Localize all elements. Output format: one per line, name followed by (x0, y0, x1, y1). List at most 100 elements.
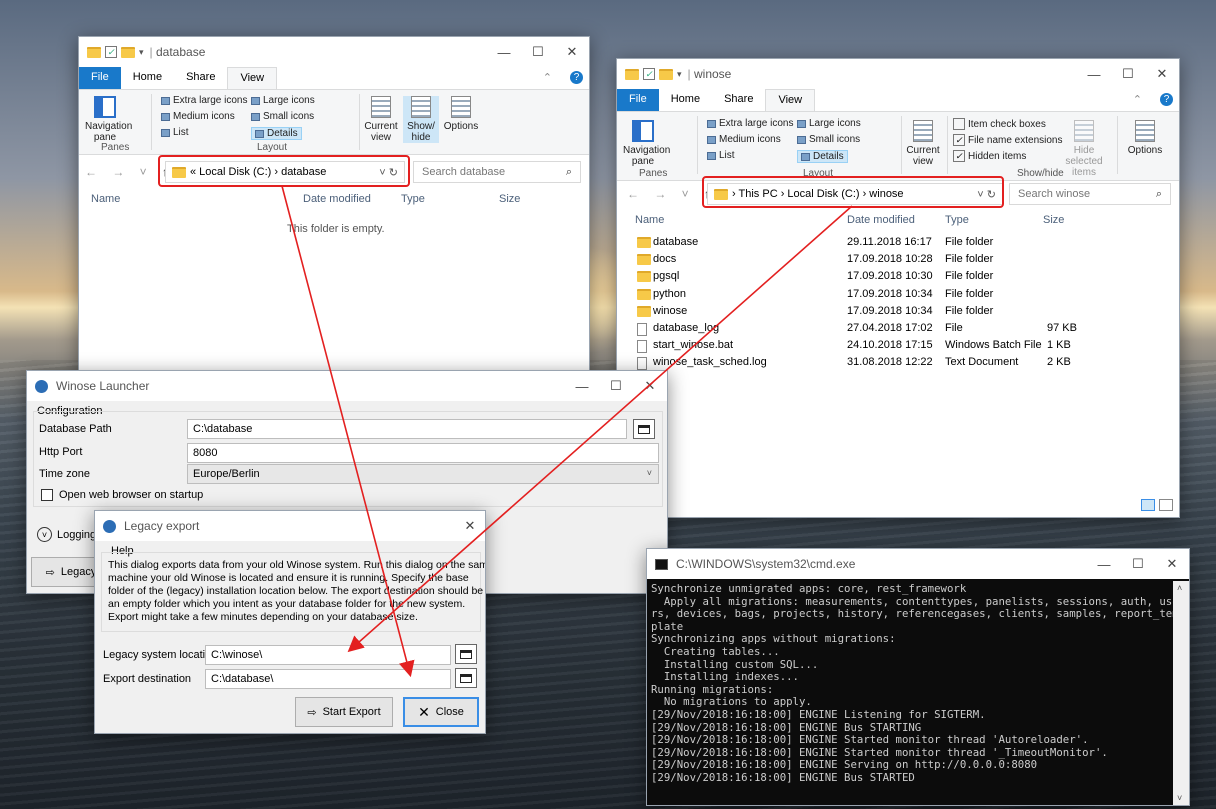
close-dialog-button[interactable]: ✕ Close (403, 697, 479, 727)
layout-details[interactable]: Details (251, 127, 302, 140)
layout-large[interactable]: Large icons (797, 118, 861, 129)
close-button[interactable]: ✕ (455, 511, 485, 541)
navigation-pane-button[interactable]: Navigation pane (85, 96, 132, 143)
current-view-button[interactable]: Current view (905, 120, 941, 167)
export-destination-input[interactable]: C:\database\ (205, 669, 451, 689)
new-folder-icon[interactable] (659, 68, 673, 80)
http-port-input[interactable]: 8080 (187, 443, 659, 463)
maximize-button[interactable]: ☐ (599, 371, 633, 401)
current-view-button[interactable]: Current view (363, 96, 399, 143)
column-name[interactable]: Name (91, 193, 120, 205)
help-icon[interactable]: ? (570, 71, 583, 84)
tab-file[interactable]: File (79, 67, 121, 89)
check-hidden-items[interactable]: ✓ Hidden items (953, 150, 1026, 162)
file-row[interactable]: python 17.09.2018 10:34 File folder (617, 286, 1177, 303)
close-button[interactable]: ✕ (633, 371, 667, 401)
close-button[interactable]: ✕ (555, 37, 589, 67)
browse-destination-button[interactable] (455, 668, 477, 688)
group-label-layout: Layout (257, 142, 288, 153)
tab-share[interactable]: Share (174, 67, 227, 89)
file-row[interactable]: docs 17.09.2018 10:28 File folder (617, 251, 1177, 268)
maximize-button[interactable]: ☐ (521, 37, 555, 67)
layout-list[interactable]: List (707, 150, 735, 161)
scroll-down-icon[interactable]: ˅ (1177, 793, 1182, 803)
legacy-location-input[interactable]: C:\winose\ (205, 645, 451, 665)
database-path-input[interactable]: C:\database (187, 419, 627, 439)
help-icon[interactable]: ? (1160, 93, 1173, 106)
navigation-pane-button[interactable]: Navigation pane (623, 120, 670, 167)
file-row[interactable]: winose 17.09.2018 10:34 File folder (617, 303, 1177, 320)
minimize-button[interactable]: — (1077, 59, 1111, 89)
browse-location-button[interactable] (455, 644, 477, 664)
hide-selected-icon (1074, 120, 1094, 142)
browse-database-button[interactable] (633, 419, 655, 439)
file-row[interactable]: pgsql 17.09.2018 10:30 File folder (617, 268, 1177, 285)
options-button[interactable]: Options (443, 96, 479, 132)
tab-home[interactable]: Home (121, 67, 174, 89)
properties-icon[interactable]: ✓ (643, 68, 655, 80)
search-input[interactable]: Search winose ⌕ (1009, 183, 1171, 205)
tab-home[interactable]: Home (659, 89, 712, 111)
check-item-boxes[interactable]: Item check boxes (953, 118, 1046, 130)
logging-label[interactable]: Logging (57, 529, 96, 541)
layout-medium[interactable]: Medium icons (707, 134, 781, 145)
layout-extra-large[interactable]: Extra large icons (161, 95, 247, 106)
file-name: winose (653, 304, 688, 317)
large-icons-view-icon[interactable] (1159, 499, 1173, 511)
layout-list[interactable]: List (161, 127, 189, 138)
column-size[interactable]: Size (499, 193, 520, 205)
layout-large[interactable]: Large icons (251, 95, 315, 106)
ribbon-collapse-icon[interactable]: ⌃ (531, 67, 564, 89)
layout-small[interactable]: Small icons (797, 134, 860, 145)
logging-expand-icon[interactable]: ˅ (37, 527, 52, 542)
tab-file[interactable]: File (617, 89, 659, 111)
maximize-button[interactable]: ☐ (1121, 549, 1155, 579)
show-hide-button[interactable]: Show/ hide (403, 96, 439, 143)
open-browser-label: Open web browser on startup (59, 489, 204, 501)
file-row[interactable]: database 29.11.2018 16:17 File folder (617, 234, 1177, 251)
layout-small[interactable]: Small icons (251, 111, 314, 122)
file-row[interactable]: winose_task_sched.log 31.08.2018 12:22 Tex… (617, 354, 1177, 371)
chevron-down-icon[interactable]: ▾ (677, 69, 682, 80)
minimize-button[interactable]: — (565, 371, 599, 401)
hide-selected-button[interactable]: Hide selected items (1057, 120, 1111, 178)
timezone-select[interactable]: Europe/Berlin ˅ (187, 464, 659, 484)
layout-medium[interactable]: Medium icons (161, 111, 235, 122)
scroll-up-icon[interactable]: ˄ (1177, 583, 1182, 593)
quick-access-toolbar[interactable]: ✓ ▾ (625, 68, 682, 80)
chevron-down-icon[interactable]: ▾ (139, 47, 144, 58)
maximize-button[interactable]: ☐ (1111, 59, 1145, 89)
start-export-button[interactable]: ⇨ Start Export (295, 697, 393, 727)
quick-access-toolbar[interactable]: ✓ ▾ (87, 46, 144, 58)
file-row[interactable]: database_log 27.04.2018 17:02 File 97 KB (617, 320, 1177, 337)
column-name[interactable]: Name (635, 214, 664, 226)
export-destination-label: Export destination (103, 673, 192, 685)
new-folder-icon[interactable] (121, 46, 135, 58)
details-view-icon[interactable] (1141, 499, 1155, 511)
column-size[interactable]: Size (1043, 214, 1064, 226)
tab-share[interactable]: Share (712, 89, 765, 111)
column-type[interactable]: Type (401, 193, 425, 205)
open-browser-checkbox[interactable] (41, 489, 53, 501)
minimize-button[interactable]: — (487, 37, 521, 67)
search-input[interactable]: Search database ⌕ (413, 161, 581, 183)
file-name: python (653, 287, 687, 300)
scrollbar[interactable]: ˄ ˅ (1173, 581, 1189, 805)
titlebar: ✓ ▾ | winose — ☐ ✕ (617, 59, 1179, 89)
tab-view[interactable]: View (765, 89, 816, 111)
check-file-extensions[interactable]: ✓ File name extensions (953, 134, 1063, 146)
file-row[interactable]: start_winose.bat 24.10.2018 17:15 Windows … (617, 337, 1177, 354)
console-output[interactable]: Synchronize unmigrated apps: core, rest_… (647, 581, 1173, 805)
column-date-modified[interactable]: Date modified (303, 193, 371, 205)
column-type[interactable]: Type (945, 214, 969, 226)
tab-view[interactable]: View (227, 67, 278, 89)
options-button[interactable]: Options (1125, 120, 1165, 156)
layout-extra-large[interactable]: Extra large icons (707, 118, 793, 129)
layout-details[interactable]: Details (797, 150, 848, 163)
column-date-modified[interactable]: Date modified (847, 214, 915, 226)
minimize-button[interactable]: — (1087, 549, 1121, 579)
properties-icon[interactable]: ✓ (105, 46, 117, 58)
ribbon-collapse-icon[interactable]: ⌃ (1121, 89, 1154, 111)
close-button[interactable]: ✕ (1155, 549, 1189, 579)
close-button[interactable]: ✕ (1145, 59, 1179, 89)
